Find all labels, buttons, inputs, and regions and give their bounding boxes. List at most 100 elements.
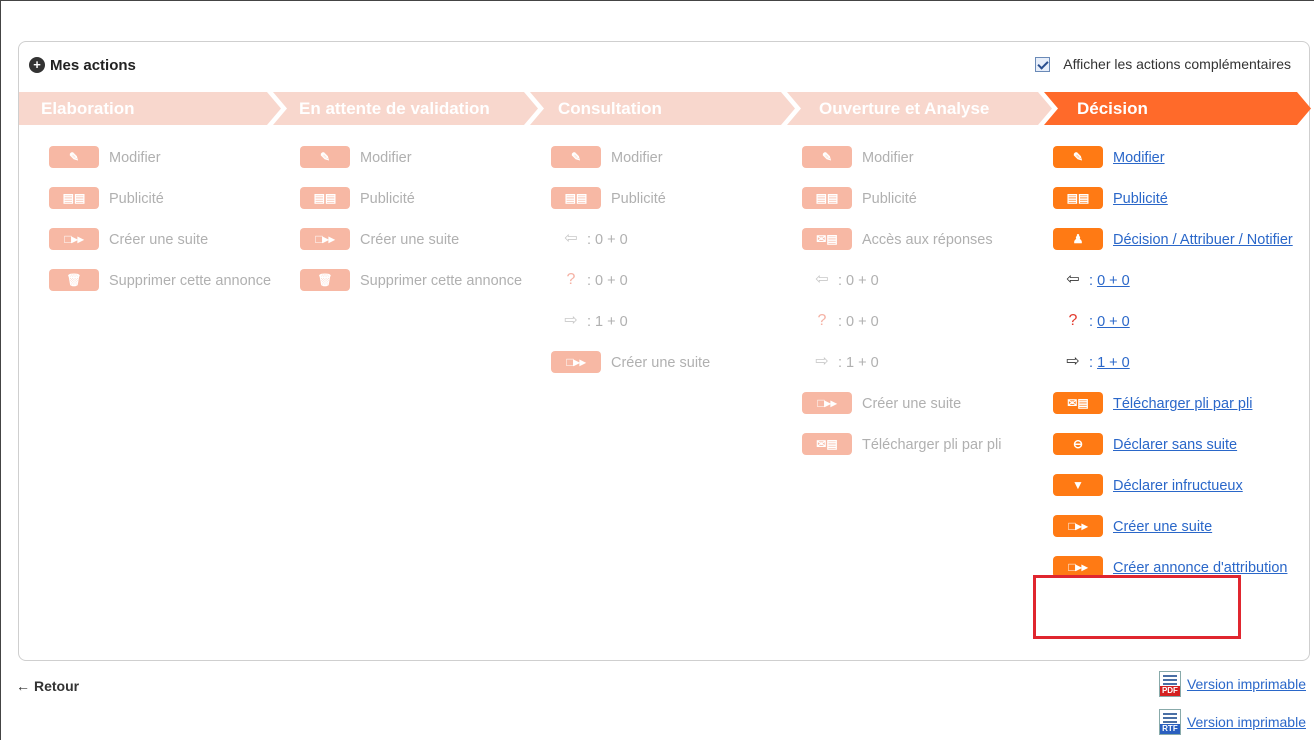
publicite-link[interactable]: Publicité [1113,187,1168,211]
action-telecharger[interactable]: ✉▤ Télécharger pli par pli [1053,392,1303,416]
count-depots: ⇨: 1 + 0 [802,351,1042,375]
action-modifier: ✎ Modifier [49,146,289,170]
book-icon[interactable]: ▤▤ [1053,187,1103,209]
forward-icon: □▸▸ [300,228,350,250]
action-publicite[interactable]: ▤▤ Publicité [1053,187,1303,211]
count-questions: ?: 0 + 0 [1053,310,1303,334]
book-icon: ▤▤ [300,187,350,209]
question-bubble-icon: ? [817,312,827,329]
thumbs-down-icon[interactable]: ▼ [1053,474,1103,496]
envelope-icon: ✉▤ [802,433,852,455]
back-link[interactable]: ← Retour [16,678,79,694]
document-in-icon: ⇨ [564,312,578,329]
action-modifier: ✎ Modifier [802,146,1042,170]
column-consultation: ✎ Modifier ▤▤ Publicité ⇦: 0 + 0 ?: 0 + 0 … [551,146,791,392]
step-consultation: Consultation [530,92,795,125]
action-telecharger: ✉▤ Télécharger pli par pli [802,433,1042,457]
print-pdf[interactable]: PDF Version imprimable [1158,671,1306,697]
question-bubble-icon: ? [566,271,576,288]
column-en-attente: ✎ Modifier ▤▤ Publicité □▸▸ Créer une suite… [300,146,540,310]
action-publicite: ▤▤ Publicité [551,187,791,211]
column-elaboration: ✎ Modifier ▤▤ Publicité □▸▸ Créer une suite… [49,146,289,310]
action-creer-suite: □▸▸ Créer une suite [551,351,791,375]
print-rtf[interactable]: RTF Version imprimable [1158,709,1306,735]
action-sans-suite[interactable]: ⊖ Déclarer sans suite [1053,433,1303,457]
action-decision[interactable]: ♟ Décision / Attribuer / Notifier [1053,228,1303,252]
book-icon: ▤▤ [802,187,852,209]
pencil-icon: ✎ [300,146,350,168]
column-ouverture: ✎ Modifier ▤▤ Publicité ✉▤ Accès aux répons… [802,146,1042,474]
document-in-icon: ⇨ [815,353,829,370]
highlight-box [1033,575,1241,639]
question-bubble-icon: ? [1068,312,1078,329]
count-questions: ?: 0 + 0 [802,310,1042,334]
action-creer-suite[interactable]: □▸▸ Créer une suite [1053,515,1303,539]
document-out-icon: ⇦ [564,230,578,247]
arrow-left-icon: ← [16,678,30,694]
action-acces-reponses: ✉▤ Accès aux réponses [802,228,1042,252]
count-depots-link[interactable]: 1 + 0 [1097,351,1130,375]
creer-suite-link[interactable]: Créer une suite [1113,515,1212,539]
forward-icon[interactable]: □▸▸ [1053,515,1103,537]
count-retrait: ⇦: 0 + 0 [551,228,791,252]
no-entry-icon[interactable]: ⊖ [1053,433,1103,455]
forward-icon: □▸▸ [551,351,601,373]
sans-suite-link[interactable]: Déclarer sans suite [1113,433,1237,457]
print-pdf-link[interactable]: Version imprimable [1187,676,1306,692]
document-out-icon: ⇦ [1066,271,1080,288]
action-modifier[interactable]: ✎ Modifier [1053,146,1303,170]
action-publicite: ▤▤ Publicité [300,187,540,211]
book-icon: ▤▤ [49,187,99,209]
print-rtf-link[interactable]: Version imprimable [1187,714,1306,730]
count-questions: ?: 0 + 0 [551,269,791,293]
actions-panel: + Mes actions Afficher les actions compl… [18,41,1310,661]
creer-annonce-link[interactable]: Créer annonce d'attribution [1113,560,1287,576]
book-icon: ▤▤ [551,187,601,209]
show-complementary-actions-toggle[interactable]: Afficher les actions complémentaires [1035,56,1291,72]
action-creer-suite: □▸▸ Créer une suite [49,228,289,252]
page-frame: + Mes actions Afficher les actions compl… [0,0,1314,740]
decision-link[interactable]: Décision / Attribuer / Notifier [1113,232,1293,248]
count-retrait: ⇦: 0 + 0 [1053,269,1303,293]
infructueux-link[interactable]: Déclarer infructueux [1113,474,1243,498]
count-retrait-link[interactable]: 0 + 0 [1097,269,1130,293]
action-modifier: ✎ Modifier [551,146,791,170]
forward-icon: □▸▸ [49,228,99,250]
forward-icon: □▸▸ [802,392,852,414]
action-publicite: ▤▤ Publicité [49,187,289,211]
step-ouverture-et-analyse: Ouverture et Analyse [787,92,1052,125]
workflow-steps: Elaboration En attente de validation Con… [19,92,1311,125]
trash-icon: 🗑 [49,269,99,291]
action-publicite: ▤▤ Publicité [802,187,1042,211]
envelope-icon: ✉▤ [802,228,852,250]
step-decision: Décision [1044,92,1311,125]
pencil-icon: ✎ [802,146,852,168]
document-in-icon: ⇨ [1066,353,1080,370]
action-supprimer: 🗑 Supprimer cette annonce [300,269,540,293]
count-retrait: ⇦: 0 + 0 [802,269,1042,293]
action-creer-suite: □▸▸ Créer une suite [300,228,540,252]
user-award-icon[interactable]: ♟ [1053,228,1103,250]
document-out-icon: ⇦ [815,271,829,288]
trash-icon: 🗑 [300,269,350,291]
column-decision: ✎ Modifier ▤▤ Publicité ♟ Décision / Attrib… [1053,146,1303,597]
count-questions-link[interactable]: 0 + 0 [1097,310,1130,334]
pdf-document-icon[interactable]: PDF [1158,671,1181,697]
pencil-icon: ✎ [551,146,601,168]
pencil-icon[interactable]: ✎ [1053,146,1103,168]
complementary-actions-checkbox[interactable] [1035,56,1051,72]
count-depots: ⇨: 1 + 0 [551,310,791,334]
rtf-document-icon[interactable]: RTF [1158,709,1181,735]
toggle-label: Afficher les actions complémentaires [1063,56,1291,72]
telecharger-link[interactable]: Télécharger pli par pli [1113,392,1252,416]
step-elaboration: Elaboration [19,92,281,125]
action-infructueux[interactable]: ▼ Déclarer infructueux [1053,474,1303,498]
panel-header: + Mes actions [29,54,136,76]
action-modifier: ✎ Modifier [300,146,540,170]
expand-plus-icon[interactable]: + [29,57,45,73]
modifier-link[interactable]: Modifier [1113,146,1165,170]
envelope-icon[interactable]: ✉▤ [1053,392,1103,414]
panel-title: Mes actions [50,56,136,74]
action-supprimer: 🗑 Supprimer cette annonce [49,269,289,293]
action-creer-suite: □▸▸ Créer une suite [802,392,1042,416]
